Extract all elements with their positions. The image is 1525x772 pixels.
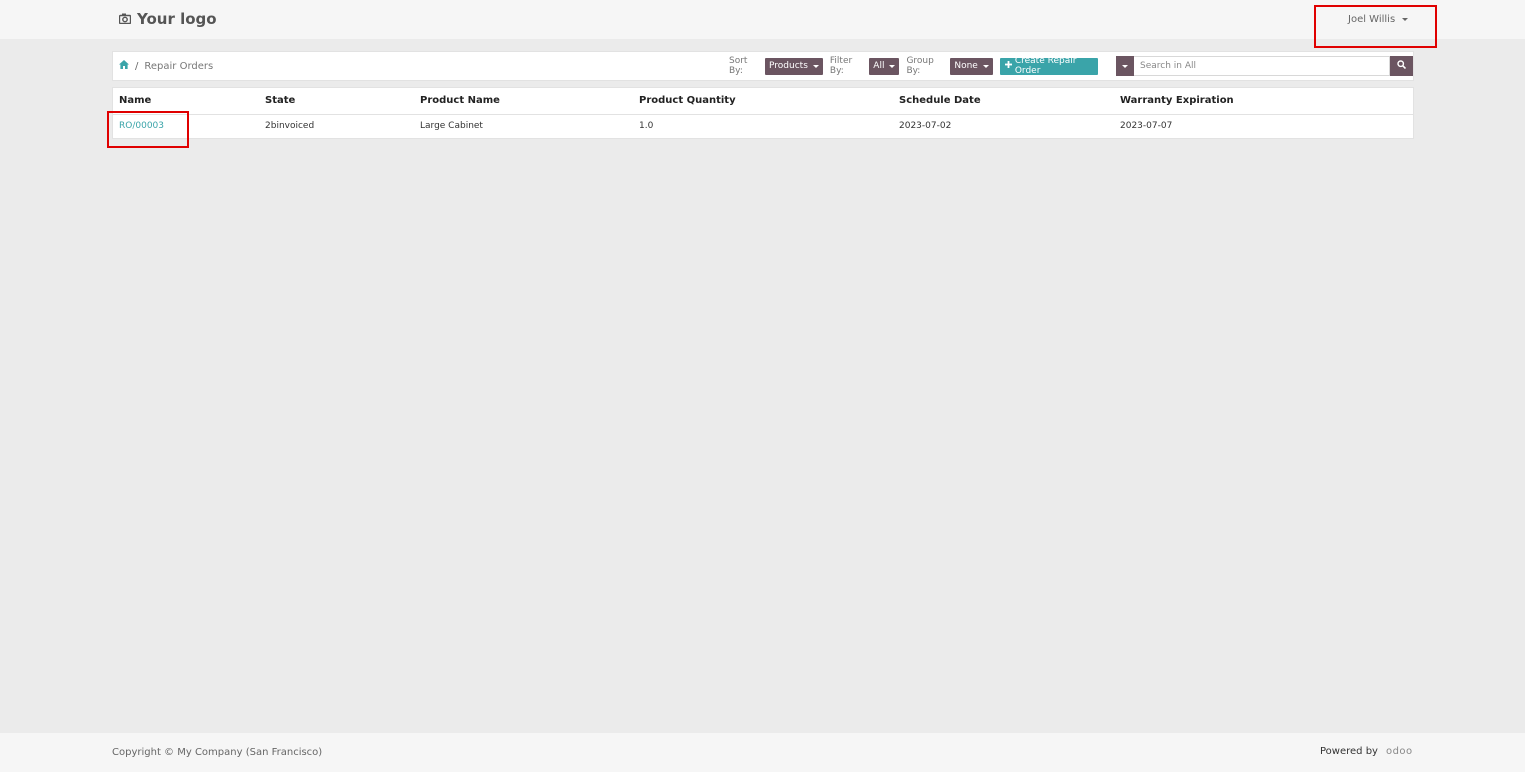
table-row[interactable]: RO/00003 2binvoiced Large Cabinet 1.0 20… (113, 114, 1413, 138)
cell-product-quantity: 1.0 (639, 121, 654, 132)
column-header-product-name: Product Name (414, 88, 633, 115)
cell-state: 2binvoiced (265, 121, 315, 132)
home-icon[interactable] (119, 60, 129, 72)
create-repair-order-button[interactable]: Create Repair Order (999, 56, 1098, 76)
powered-by: Powered by odoo (1320, 746, 1413, 757)
search-filter-dropdown[interactable] (1116, 56, 1134, 76)
column-header-product-quantity: Product Quantity (633, 88, 893, 115)
table-header-row: Name State Product Name Product Quantity… (113, 88, 1413, 115)
chevron-down-icon (982, 64, 989, 68)
column-header-schedule-date: Schedule Date (893, 88, 1114, 115)
group-label: Group By: (906, 56, 934, 76)
user-name: Joel Willis (1348, 13, 1396, 25)
search-input[interactable] (1134, 56, 1390, 76)
chevron-down-icon (1402, 17, 1409, 21)
search-button[interactable] (1390, 56, 1413, 76)
sort-value: Products (769, 61, 808, 71)
repair-orders-table: Name State Product Name Product Quantity… (112, 87, 1414, 139)
sort-dropdown[interactable]: Products (765, 57, 823, 75)
top-navbar: Your logo Joel Willis (0, 0, 1525, 39)
column-header-warranty-expiration: Warranty Expiration (1114, 88, 1413, 115)
cell-warranty-expiration: 2023-07-07 (1120, 121, 1173, 132)
user-menu-dropdown[interactable]: Joel Willis (1348, 11, 1409, 27)
chevron-down-icon (1122, 64, 1128, 68)
filter-label: Filter By: (829, 56, 853, 76)
breadcrumb-current: Repair Orders (144, 60, 214, 72)
column-header-name: Name (113, 88, 259, 115)
create-button-label: Create Repair Order (1014, 56, 1077, 76)
logo-text: Your logo (137, 10, 217, 28)
cell-name[interactable]: RO/00003 (113, 114, 259, 138)
footer: Copyright © My Company (San Francisco) P… (0, 733, 1525, 772)
powered-by-label: Powered by (1320, 746, 1378, 757)
group-dropdown[interactable]: None (950, 57, 993, 75)
search-bar (1116, 56, 1413, 76)
chevron-down-icon (812, 64, 819, 68)
odoo-logo[interactable]: odoo (1386, 746, 1413, 757)
copyright-text: Copyright © My Company (San Francisco) (112, 747, 323, 758)
filter-dropdown[interactable]: All (869, 57, 900, 75)
filter-value: All (873, 61, 885, 71)
chevron-down-icon (889, 64, 896, 68)
repair-order-link[interactable]: RO/00003 (119, 121, 164, 131)
cell-schedule-date: 2023-07-02 (899, 121, 952, 132)
camera-icon (118, 13, 132, 26)
toolbar: / Repair Orders Sort By: Products Filter… (112, 51, 1414, 81)
breadcrumb-separator: / (135, 60, 139, 72)
list-controls: Sort By: Products Filter By: All Group B… (729, 56, 1413, 76)
breadcrumb: / Repair Orders (119, 52, 213, 80)
search-icon (1397, 60, 1407, 72)
site-logo[interactable]: Your logo (118, 9, 217, 29)
sort-label: Sort By: (729, 56, 748, 76)
group-value: None (954, 61, 978, 71)
column-header-state: State (259, 88, 414, 115)
plus-icon (1004, 61, 1012, 71)
cell-product-name: Large Cabinet (420, 121, 483, 132)
